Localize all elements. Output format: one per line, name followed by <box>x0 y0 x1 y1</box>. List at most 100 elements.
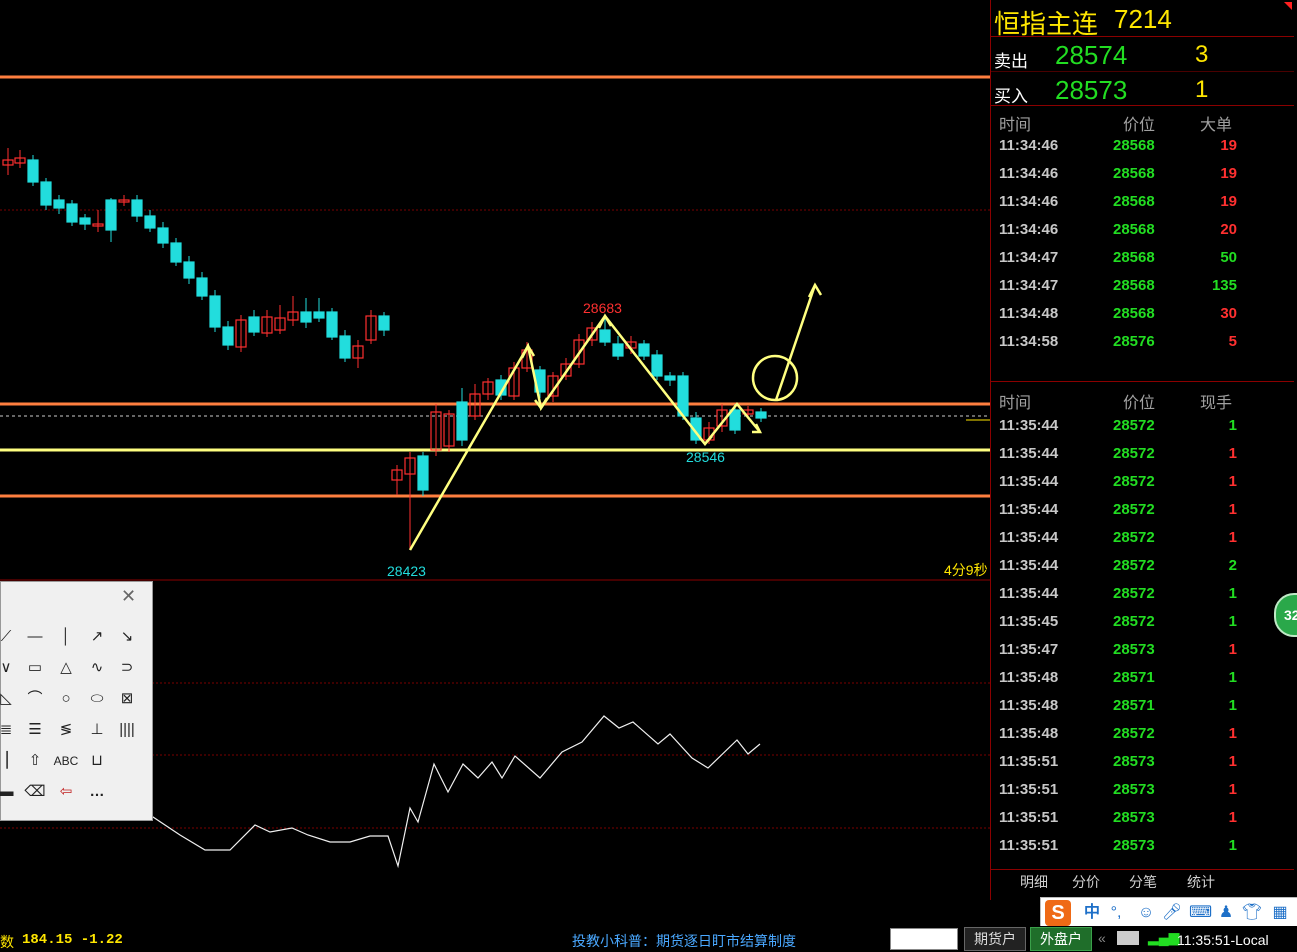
wave-tool-icon[interactable]: ∨ <box>0 657 17 679</box>
tick-row[interactable]: 11:35:44 28572 1 <box>991 501 1294 521</box>
buy-price: 28573 <box>1055 75 1128 105</box>
ellipse-tool-icon[interactable]: ⬭ <box>86 688 108 710</box>
tick-row[interactable]: 11:34:58 28576 5 <box>991 333 1294 353</box>
buy-row[interactable]: 买入 28573 1 <box>991 72 1294 106</box>
arc-tool-icon[interactable]: ⊃ <box>116 657 138 679</box>
tick-qty: 1 <box>1228 837 1237 854</box>
indicator-values: 184.15 -1.22 <box>22 932 123 948</box>
ruler-tool-icon[interactable]: ⊔ <box>86 750 108 772</box>
line-style-icon[interactable]: ▬ <box>0 781 17 803</box>
tick-row[interactable]: 11:35:51 28573 1 <box>991 809 1294 829</box>
tick-price: 28572 <box>1113 501 1155 518</box>
arch-tool-icon[interactable]: ⌒ <box>24 688 46 710</box>
trendline-tool-icon[interactable]: ↗ <box>86 626 108 648</box>
punctuation-icon[interactable]: °, <box>1105 902 1127 924</box>
tick-row[interactable]: 11:34:48 28568 30 <box>991 305 1294 325</box>
gann-tool-icon[interactable]: ⊠ <box>116 688 138 710</box>
futures-account-button[interactable]: 期货户 <box>964 927 1026 951</box>
notice-text[interactable]: 投教小科普：期货逐日盯市结算制度 <box>572 931 796 951</box>
signal-icon: ▂▄▆ <box>1148 929 1180 945</box>
tick-row[interactable]: 11:34:46 28568 19 <box>991 137 1294 157</box>
tick-time: 11:35:51 <box>999 753 1059 770</box>
tick-row[interactable]: 11:35:51 28573 1 <box>991 837 1294 857</box>
cycle-tool-icon[interactable]: ⊥ <box>86 719 108 741</box>
outer-account-button[interactable]: 外盘户 <box>1030 927 1092 951</box>
quote-panel: 恒指主连 7214 卖出 28574 3 买入 28573 1 时间 价位 大单… <box>990 0 1297 900</box>
triangle-tool-icon[interactable]: △ <box>55 657 77 679</box>
tick-row[interactable]: 11:35:48 28571 1 <box>991 697 1294 717</box>
tick-row[interactable]: 11:34:47 28568 50 <box>991 249 1294 269</box>
channel-tool-icon[interactable]: ≣ <box>0 719 17 741</box>
tick-row[interactable]: 11:35:45 28572 1 <box>991 613 1294 633</box>
tick-time: 11:35:44 <box>999 445 1059 462</box>
tick-row[interactable]: 11:35:51 28573 1 <box>991 753 1294 773</box>
tick-qty: 1 <box>1228 501 1237 518</box>
grid-icon[interactable]: ▦ <box>1269 902 1291 924</box>
tick-row[interactable]: 11:35:44 28572 1 <box>991 417 1294 437</box>
tab-stats[interactable]: 统计 <box>1178 872 1224 892</box>
tick-row[interactable]: 11:34:46 28568 20 <box>991 221 1294 241</box>
countdown-label: 4分9秒 <box>944 562 988 578</box>
tick-time: 11:35:44 <box>999 585 1059 602</box>
tick-time: 11:34:46 <box>999 221 1059 238</box>
tick-row[interactable]: 11:35:44 28572 2 <box>991 557 1294 577</box>
sine-tool-icon[interactable]: ∿ <box>86 657 108 679</box>
tick-qty: 19 <box>1220 137 1237 154</box>
tick-price: 28573 <box>1113 837 1155 854</box>
tick-row[interactable]: 11:35:44 28572 1 <box>991 445 1294 465</box>
tick-row[interactable]: 11:34:46 28568 19 <box>991 165 1294 185</box>
tick-time: 11:35:51 <box>999 781 1059 798</box>
tick-qty: 1 <box>1228 641 1237 658</box>
fibonacci-tool-icon[interactable]: ☰ <box>24 719 46 741</box>
tick-row[interactable]: 11:35:51 28573 1 <box>991 781 1294 801</box>
tick-row[interactable]: 11:35:44 28572 1 <box>991 473 1294 493</box>
circle-tool-icon[interactable]: ○ <box>55 688 77 710</box>
arrow-tool-icon[interactable]: ↘ <box>116 626 138 648</box>
tick-row[interactable]: 11:35:44 28572 1 <box>991 585 1294 605</box>
tick-row[interactable]: 11:35:48 28572 1 <box>991 725 1294 745</box>
fan-tool-icon[interactable]: ◺ <box>0 688 17 710</box>
close-icon[interactable]: ✕ <box>121 586 136 607</box>
keyboard-icon[interactable]: ⌨ <box>1189 902 1212 924</box>
up-arrow-tool-icon[interactable]: ⇧ <box>24 750 46 772</box>
tick-price: 28568 <box>1113 305 1155 322</box>
ray-tool-icon[interactable]: ⟋ <box>0 626 17 648</box>
candle-body <box>79 217 91 225</box>
tick-price: 28572 <box>1113 557 1155 574</box>
speed-tool-icon[interactable]: ≶ <box>55 719 77 741</box>
tab-detail[interactable]: 明细 <box>1011 872 1057 892</box>
tick-row[interactable]: 11:35:44 28572 1 <box>991 529 1294 549</box>
mic-icon[interactable]: 🎤︎ <box>1161 902 1183 924</box>
text-tool-icon[interactable]: ABC <box>51 750 81 772</box>
tick-price: 28573 <box>1113 641 1155 658</box>
instrument-code: 7214 <box>1114 4 1172 34</box>
sell-row[interactable]: 卖出 28574 3 <box>991 37 1294 71</box>
tick-time: 11:35:44 <box>999 501 1059 518</box>
delete-all-icon[interactable]: ⇦ <box>55 781 77 803</box>
vline-tool-icon[interactable]: │ <box>55 626 77 648</box>
rect-tool-icon[interactable]: ▭ <box>24 657 46 679</box>
tick-qty: 30 <box>1220 305 1237 322</box>
tick-row[interactable]: 11:35:48 28571 1 <box>991 669 1294 689</box>
hline-tool-icon[interactable]: — <box>24 626 46 648</box>
indicator-line <box>149 715 761 869</box>
tick-row[interactable]: 11:34:46 28568 19 <box>991 193 1294 213</box>
candle-body <box>53 199 65 209</box>
more-icon[interactable]: … <box>86 781 108 803</box>
tick-row[interactable]: 11:34:47 28568 135 <box>991 277 1294 297</box>
eraser-icon[interactable]: ⌫ <box>24 781 46 803</box>
tick-row[interactable]: 11:35:47 28573 1 <box>991 641 1294 661</box>
panel-header: 恒指主连 7214 <box>991 2 1294 39</box>
emoji-icon[interactable]: ☺ <box>1135 902 1157 924</box>
code-input[interactable] <box>890 928 958 950</box>
ime-lang[interactable]: 中 <box>1081 902 1103 924</box>
shirt-icon[interactable]: 👕︎ <box>1241 902 1263 924</box>
tick-qty: 1 <box>1228 669 1237 686</box>
user-icon[interactable]: ♟ <box>1215 902 1237 924</box>
tick-time: 11:34:46 <box>999 193 1059 210</box>
tab-ticks[interactable]: 分笔 <box>1120 872 1166 892</box>
period-tool-icon[interactable]: |||| <box>116 719 138 741</box>
sogou-icon[interactable]: S <box>1045 900 1071 926</box>
bars-tool-icon[interactable]: ▏▏ <box>0 750 18 772</box>
tab-price-dist[interactable]: 分价 <box>1063 872 1109 892</box>
